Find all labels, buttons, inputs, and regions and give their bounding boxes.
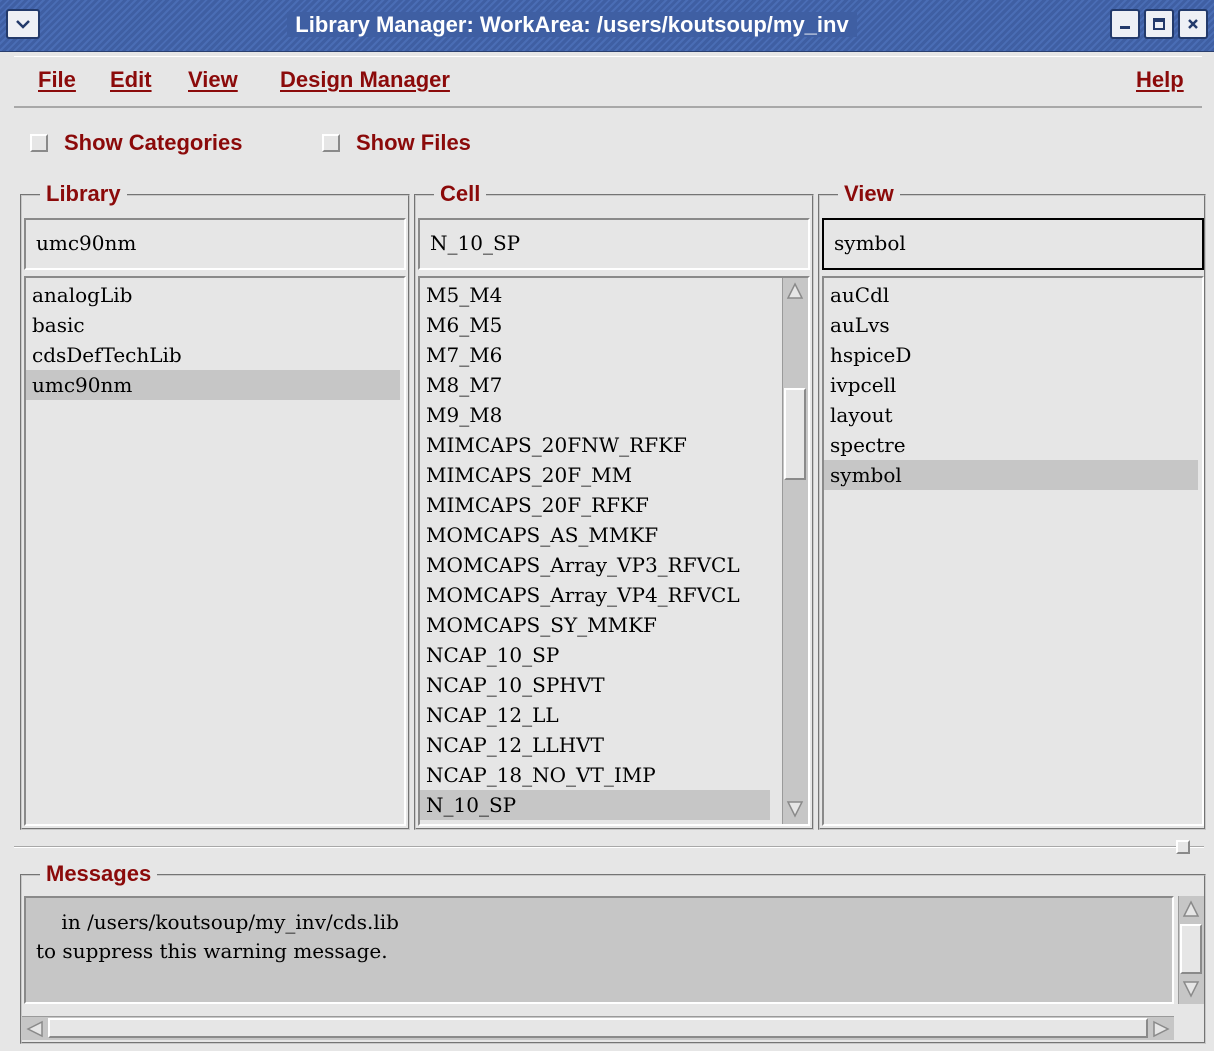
list-item-selected[interactable]: N_10_SP (420, 790, 770, 820)
list-item[interactable]: spectre (824, 430, 1198, 460)
messages-text[interactable]: in /users/koutsoup/my_inv/cds.lib to sup… (24, 896, 1174, 1004)
list-item[interactable]: hspiceD (824, 340, 1198, 370)
list-item-selected[interactable]: umc90nm (26, 370, 400, 400)
maximize-button[interactable] (1144, 9, 1174, 39)
arrow-down-icon (786, 801, 804, 818)
scroll-down-button[interactable] (784, 798, 806, 820)
list-item[interactable]: layout (824, 400, 1198, 430)
list-item[interactable]: NCAP_12_LL (420, 700, 770, 730)
view-input[interactable]: symbol (822, 218, 1204, 270)
show-files-checkbox[interactable]: Show Files (322, 128, 471, 158)
list-item[interactable]: MIMCAPS_20FNW_RFKF (420, 430, 770, 460)
list-item[interactable]: MIMCAPS_20F_MM (420, 460, 770, 490)
list-item[interactable]: M6_M5 (420, 310, 770, 340)
scroll-thumb[interactable] (48, 1018, 1148, 1038)
list-item[interactable]: NCAP_12_LLHVT (420, 730, 770, 760)
show-categories-checkbox[interactable]: Show Categories (30, 128, 242, 158)
scroll-up-button[interactable] (1180, 898, 1202, 920)
pane-divider (14, 846, 1204, 848)
library-manager-window: Library Manager: WorkArea: /users/koutso… (0, 0, 1214, 1051)
view-list[interactable]: auCdl auLvs hspiceD ivpcell layout spect… (822, 276, 1204, 826)
scroll-right-button[interactable] (1150, 1018, 1172, 1040)
menu-bar: File Edit View Design Manager Help (14, 56, 1202, 108)
list-item[interactable]: analogLib (26, 280, 400, 310)
arrow-up-icon (786, 282, 804, 299)
list-item[interactable]: M7_M6 (420, 340, 770, 370)
list-item[interactable]: NCAP_10_SP (420, 640, 770, 670)
list-item-selected[interactable]: symbol (824, 460, 1198, 490)
scroll-left-button[interactable] (24, 1018, 46, 1040)
list-item[interactable]: MOMCAPS_AS_MMKF (420, 520, 770, 550)
list-item[interactable]: MOMCAPS_SY_MMKF (420, 610, 770, 640)
arrow-up-icon (1182, 900, 1200, 917)
library-list[interactable]: analogLib basic cdsDefTechLib umc90nm (24, 276, 406, 826)
library-input[interactable]: umc90nm (24, 218, 406, 270)
scroll-thumb[interactable] (1180, 924, 1202, 974)
show-categories-box[interactable] (30, 134, 48, 152)
window-menu-button[interactable] (6, 9, 40, 39)
arrow-down-icon (1182, 981, 1200, 998)
chevron-down-icon (16, 20, 30, 29)
scroll-down-button[interactable] (1180, 978, 1202, 1000)
menu-file[interactable]: File (38, 67, 76, 93)
messages-vertical-scrollbar[interactable] (1178, 896, 1204, 1004)
minimize-button[interactable] (1110, 9, 1140, 39)
cell-list-scrollbar[interactable] (782, 278, 808, 824)
show-files-box[interactable] (322, 134, 340, 152)
list-item[interactable]: M9_M8 (420, 400, 770, 430)
list-item[interactable]: M8_M7 (420, 370, 770, 400)
list-item[interactable]: auCdl (824, 280, 1198, 310)
scroll-thumb[interactable] (784, 388, 806, 480)
show-files-label: Show Files (356, 130, 471, 155)
cell-input[interactable]: N_10_SP (418, 218, 810, 270)
menu-design-manager[interactable]: Design Manager (280, 67, 450, 93)
view-group-title: View (838, 180, 900, 208)
close-button[interactable] (1178, 9, 1208, 39)
cell-group-title: Cell (434, 180, 487, 208)
window-title-text: Library Manager: WorkArea: /users/koutso… (287, 12, 857, 37)
menu-view[interactable]: View (188, 67, 238, 93)
pane-resize-handle[interactable] (1176, 840, 1190, 854)
menu-edit[interactable]: Edit (110, 67, 152, 93)
list-item[interactable]: ivpcell (824, 370, 1198, 400)
minimize-icon (1120, 26, 1130, 29)
messages-horizontal-scrollbar[interactable] (22, 1016, 1174, 1040)
list-item[interactable]: auLvs (824, 310, 1198, 340)
cell-list[interactable]: M5_M4 M6_M5 M7_M6 M8_M7 M9_M8 MIMCAPS_20… (418, 276, 810, 826)
list-item[interactable]: basic (26, 310, 400, 340)
arrow-left-icon (26, 1020, 43, 1038)
messages-group-title: Messages (40, 860, 158, 888)
maximize-icon (1153, 18, 1165, 30)
library-group-title: Library (40, 180, 127, 208)
list-item[interactable]: NCAP_18_NO_VT_IMP (420, 760, 770, 790)
scroll-up-button[interactable] (784, 280, 806, 302)
list-item[interactable]: M5_M4 (420, 280, 770, 310)
menu-help[interactable]: Help (1136, 67, 1184, 93)
show-categories-label: Show Categories (64, 130, 243, 155)
arrow-right-icon (1153, 1020, 1170, 1038)
list-item[interactable]: MOMCAPS_Array_VP3_RFVCL (420, 550, 770, 580)
list-item[interactable]: cdsDefTechLib (26, 340, 400, 370)
list-item[interactable]: MOMCAPS_Array_VP4_RFVCL (420, 580, 770, 610)
close-icon (1188, 19, 1198, 29)
window-title: Library Manager: WorkArea: /users/koutso… (50, 8, 1094, 42)
list-item[interactable]: NCAP_10_SPHVT (420, 670, 770, 700)
title-bar[interactable]: Library Manager: WorkArea: /users/koutso… (0, 0, 1214, 52)
list-item[interactable]: MIMCAPS_20F_RFKF (420, 490, 770, 520)
